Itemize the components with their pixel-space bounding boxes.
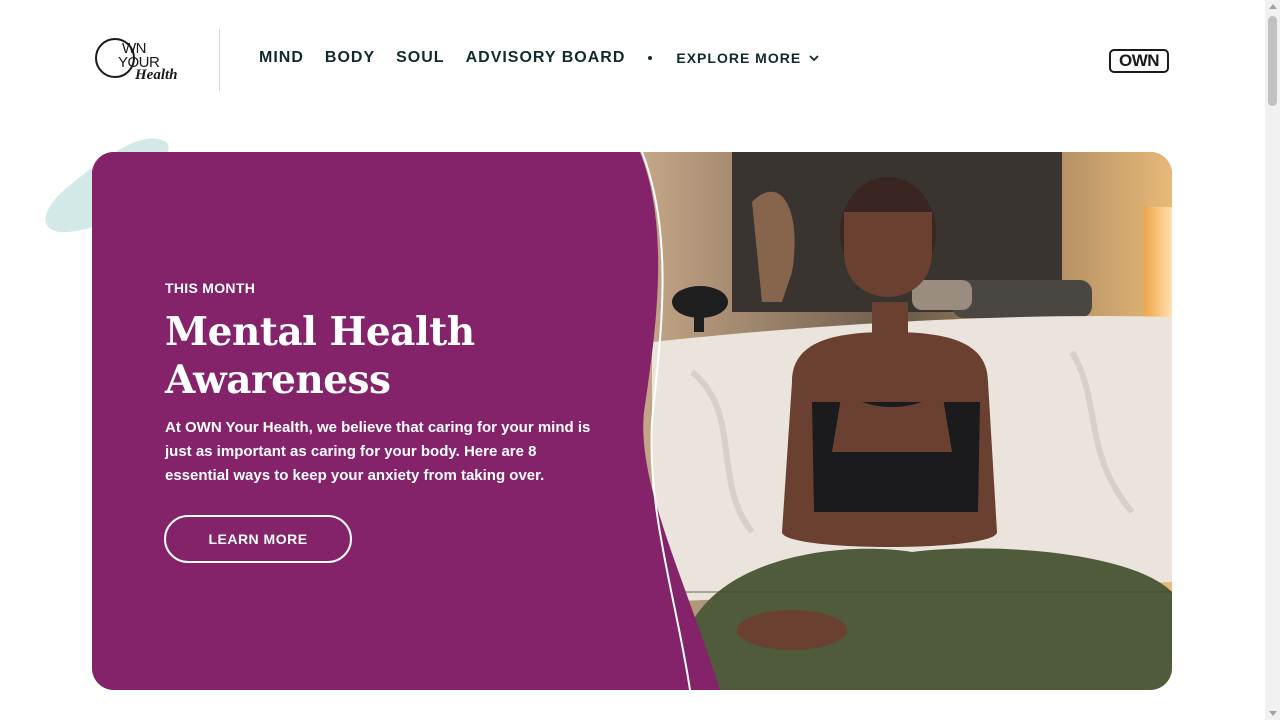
nav-item-body[interactable]: BODY <box>325 49 375 67</box>
logo-text-health: Health <box>135 67 178 83</box>
scroll-up-arrow-icon[interactable] <box>1269 4 1277 9</box>
site-header: WN YOUR Health MIND BODY SOUL ADVISORY B… <box>0 0 1265 120</box>
hero-title: Mental Health Awareness <box>165 309 475 403</box>
header-divider <box>219 29 220 91</box>
explore-more-dropdown[interactable]: EXPLORE MORE <box>676 50 819 66</box>
page-scrollbar[interactable] <box>1265 0 1280 720</box>
nav-item-advisory-board[interactable]: ADVISORY BOARD <box>466 49 626 67</box>
hero-banner: THIS MONTH Mental Health Awareness At OW… <box>92 152 1172 690</box>
nav-item-mind[interactable]: MIND <box>259 49 304 67</box>
nav-item-soul[interactable]: SOUL <box>396 49 444 67</box>
learn-more-button[interactable]: LEARN MORE <box>164 515 352 563</box>
hero-content: THIS MONTH Mental Health Awareness At OW… <box>165 280 595 488</box>
own-network-logo[interactable]: OWN <box>1109 49 1169 73</box>
scrollbar-thumb[interactable] <box>1268 16 1277 106</box>
explore-more-label: EXPLORE MORE <box>676 50 802 66</box>
chevron-down-icon <box>809 54 819 61</box>
hero-eyebrow: THIS MONTH <box>165 280 256 296</box>
nav-separator-dot <box>648 56 653 60</box>
hero-description: At OWN Your Health, we believe that cari… <box>165 419 591 484</box>
own-your-health-logo[interactable]: WN YOUR Health <box>95 37 195 85</box>
scroll-down-arrow-icon[interactable] <box>1269 711 1277 716</box>
main-nav: MIND BODY SOUL ADVISORY BOARD EXPLORE MO… <box>259 49 819 67</box>
